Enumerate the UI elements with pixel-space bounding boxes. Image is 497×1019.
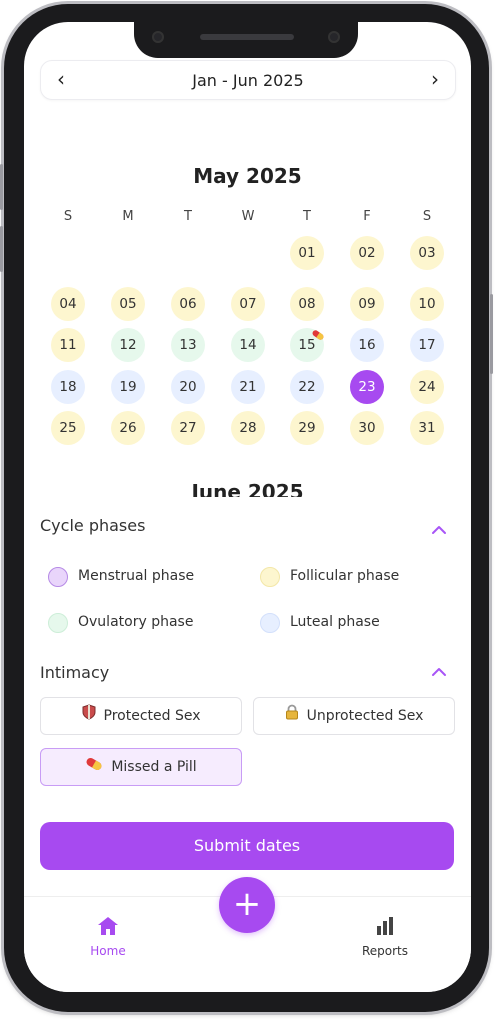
calendar-day[interactable]: 13	[171, 328, 205, 362]
shield-icon	[82, 698, 96, 734]
protected-sex-button[interactable]: Protected Sex	[40, 697, 242, 735]
volume-down-button	[0, 226, 3, 272]
calendar-day[interactable]: 02	[350, 236, 384, 270]
calendar-day[interactable]: 21	[231, 370, 265, 404]
weekday-label: M	[122, 209, 134, 224]
calendar-day[interactable]: 08	[290, 287, 324, 321]
unprotected-sex-button[interactable]: Unprotected Sex	[253, 697, 455, 735]
tab-home[interactable]: Home	[68, 916, 148, 958]
calendar-day[interactable]: 25	[51, 411, 85, 445]
legend-swatch	[260, 613, 280, 633]
missed-pill-label: Missed a Pill	[111, 759, 197, 775]
month-title: May 2025	[193, 164, 302, 188]
camera-icon	[152, 31, 164, 43]
bar-chart-icon	[377, 917, 393, 935]
calendar-day[interactable]: 29	[290, 411, 324, 445]
intimacy-heading: Intimacy	[40, 663, 110, 682]
chevron-up-icon[interactable]	[427, 518, 451, 542]
pill-icon	[312, 325, 324, 340]
unprotected-sex-label: Unprotected Sex	[306, 708, 424, 724]
missed-pill-button[interactable]: Missed a Pill	[40, 748, 242, 786]
weekday-label: S	[422, 209, 432, 224]
submit-dates-button[interactable]: Submit dates	[40, 822, 454, 870]
calendar-day[interactable]: 30	[350, 411, 384, 445]
calendar-day[interactable]: 11	[51, 328, 85, 362]
app-screen: ‹ Jan - Jun 2025 › May 2025 S M T W T F S 01 02…	[24, 22, 471, 992]
padlock-icon	[285, 698, 299, 734]
calendar-day[interactable]: 16	[350, 328, 384, 362]
speaker-grille	[200, 34, 294, 40]
volume-up-button	[0, 164, 3, 210]
legend-label: Menstrual phase	[78, 568, 195, 584]
calendar-day[interactable]: 27	[171, 411, 205, 445]
calendar-day[interactable]: 20	[171, 370, 205, 404]
calendar-day[interactable]: 10	[410, 287, 444, 321]
protected-sex-label: Protected Sex	[103, 708, 201, 724]
calendar-day[interactable]: 04	[51, 287, 85, 321]
calendar-day[interactable]: 09	[350, 287, 384, 321]
home-icon	[98, 917, 118, 935]
calendar-day[interactable]: 05	[111, 287, 145, 321]
calendar-day[interactable]: 23	[350, 370, 384, 404]
calendar-day[interactable]: 06	[171, 287, 205, 321]
calendar-day[interactable]: 14	[231, 328, 265, 362]
sensor-icon	[328, 31, 340, 43]
calendar-day[interactable]: 07	[231, 287, 265, 321]
notch	[134, 22, 358, 58]
cycle-phases-heading: Cycle phases	[40, 516, 146, 535]
date-range-label: Jan - Jun 2025	[192, 71, 304, 90]
weekday-label: W	[241, 209, 255, 224]
tab-reports-label: Reports	[361, 944, 409, 958]
calendar-day[interactable]: 01	[290, 236, 324, 270]
pill-icon	[85, 749, 103, 785]
calendar-day[interactable]: 19	[111, 370, 145, 404]
calendar-scroll[interactable]: May 2025 S M T W T F S 01 02 03 04 05 06 07 08 09 10 11 1…	[24, 112, 471, 497]
tab-home-label: Home	[90, 944, 126, 958]
legend-swatch	[48, 567, 68, 587]
power-button	[490, 294, 493, 374]
legend-label: Follicular phase	[290, 568, 400, 584]
legend-label: Luteal phase	[290, 614, 380, 630]
next-month-title: June 2025	[191, 480, 304, 497]
weekday-label: F	[363, 209, 371, 224]
weekday-label: T	[184, 209, 192, 224]
legend-label: Ovulatory phase	[78, 614, 194, 630]
legend-swatch	[48, 613, 68, 633]
add-button[interactable]: +	[219, 877, 275, 933]
date-range-selector: ‹ Jan - Jun 2025 ›	[40, 60, 456, 100]
legend-swatch	[260, 567, 280, 587]
calendar-day[interactable]: 24	[410, 370, 444, 404]
calendar-day[interactable]: 26	[111, 411, 145, 445]
weekday-label: S	[63, 209, 73, 224]
calendar-day[interactable]: 22	[290, 370, 324, 404]
tab-reports[interactable]: Reports	[345, 916, 425, 958]
chevron-up-icon[interactable]	[427, 660, 451, 684]
weekday-label: T	[303, 209, 311, 224]
calendar-day[interactable]: 03	[410, 236, 444, 270]
calendar-day[interactable]: 18	[51, 370, 85, 404]
calendar-day[interactable]: 28	[231, 411, 265, 445]
calendar-day[interactable]: 31	[410, 411, 444, 445]
calendar-day[interactable]: 17	[410, 328, 444, 362]
chevron-right-icon[interactable]: ›	[423, 67, 447, 91]
calendar-day[interactable]: 12	[111, 328, 145, 362]
